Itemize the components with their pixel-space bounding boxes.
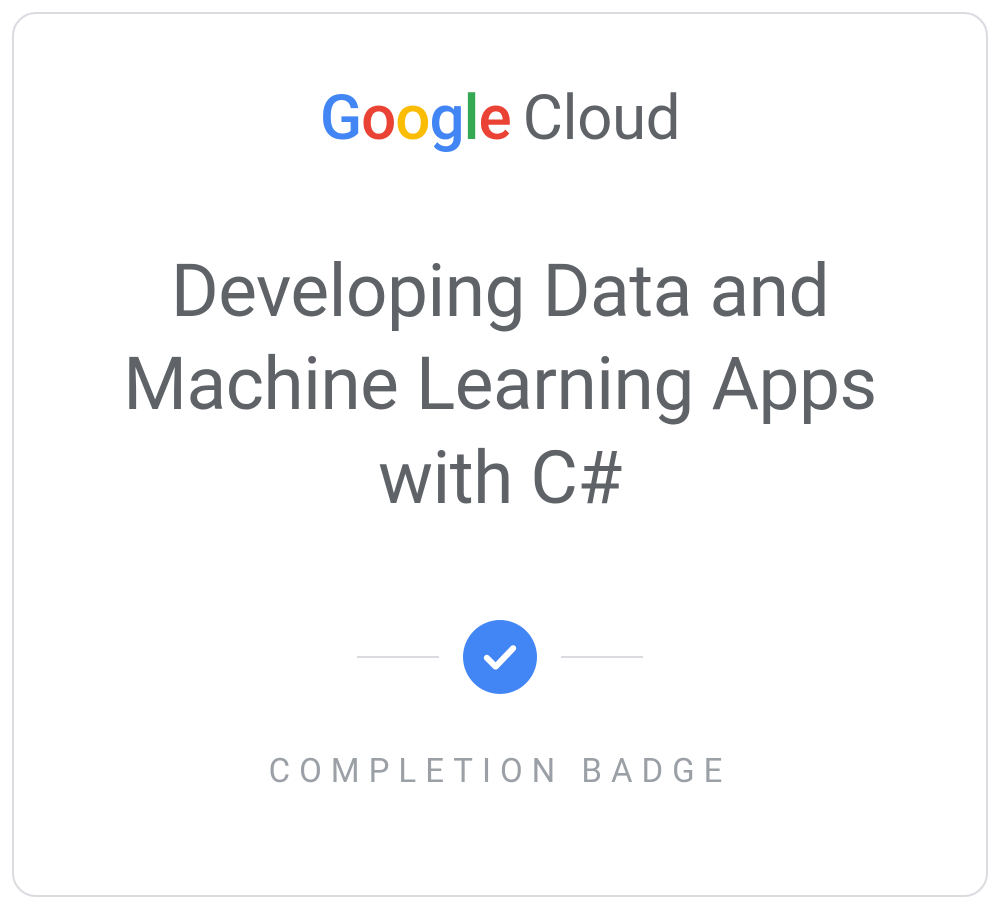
google-letter-e1: e xyxy=(478,82,510,155)
completion-label: COMPLETION BADGE xyxy=(269,752,732,791)
checkmark-icon xyxy=(463,620,537,694)
google-letter-g1: G xyxy=(320,82,361,155)
checkmark-section xyxy=(357,620,643,694)
cloud-text: Cloud xyxy=(523,82,680,155)
google-letter-l1: l xyxy=(464,82,479,155)
google-cloud-logo: Google Cloud xyxy=(320,82,680,155)
google-letter-o1: o xyxy=(361,82,395,155)
google-letter-g2: g xyxy=(429,82,463,155)
course-title: Developing Data and Machine Learning App… xyxy=(74,245,926,525)
google-letter-o2: o xyxy=(395,82,429,155)
divider-left xyxy=(357,656,439,658)
divider-right xyxy=(561,656,643,658)
google-wordmark: Google xyxy=(320,82,511,155)
badge-card: Google Cloud Developing Data and Machine… xyxy=(12,12,988,897)
